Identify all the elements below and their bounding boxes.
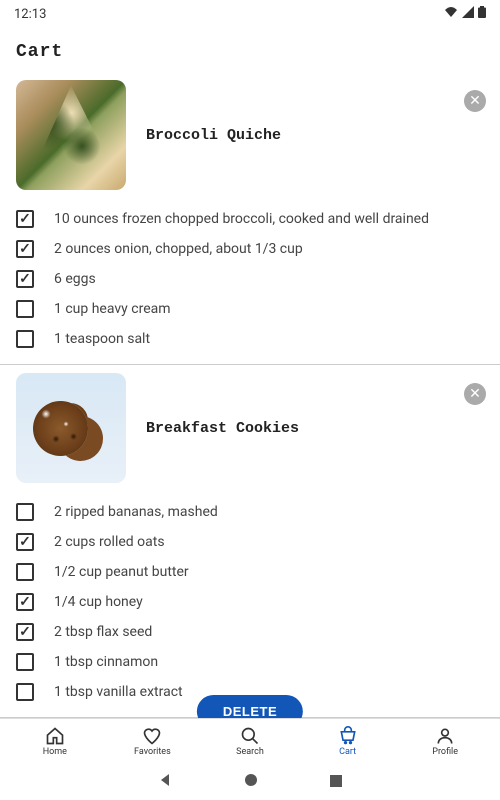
ingredient-row: 1/2 cup peanut butter [16, 557, 500, 587]
ingredient-list: 10 ounces frozen chopped broccoli, cooke… [0, 198, 500, 354]
ingredient-row: 1 tbsp cinnamon [16, 647, 500, 677]
signal-icon [462, 6, 474, 22]
nav-item-cart[interactable]: Cart [299, 726, 397, 757]
nav-label: Search [236, 747, 264, 757]
recipe-block: ✕ Broccoli Quiche 10 ounces frozen chopped… [0, 72, 500, 365]
close-icon[interactable]: ✕ [464, 90, 486, 112]
home-button[interactable] [243, 772, 259, 792]
ingredient-checkbox[interactable] [16, 683, 34, 701]
nav-label: Profile [432, 747, 458, 757]
ingredient-text: 6 eggs [54, 271, 96, 287]
recipe-list[interactable]: ✕ Broccoli Quiche 10 ounces frozen chopped… [0, 72, 500, 748]
ingredient-text: 1 teaspoon salt [54, 331, 150, 347]
ingredient-checkbox[interactable] [16, 593, 34, 611]
ingredient-list: 2 ripped bananas, mashed 2 cups rolled oa… [0, 491, 500, 707]
status-time: 12:13 [14, 7, 46, 22]
status-indicators [444, 6, 486, 22]
ingredient-row: 1/4 cup honey [16, 587, 500, 617]
ingredient-checkbox[interactable] [16, 240, 34, 258]
recipe-title: Broccoli Quiche [146, 127, 281, 144]
ingredient-checkbox[interactable] [16, 330, 34, 348]
ingredient-checkbox[interactable] [16, 653, 34, 671]
wifi-icon [444, 6, 458, 22]
ingredient-checkbox[interactable] [16, 300, 34, 318]
recipe-image [16, 80, 126, 190]
recipe-header: Broccoli Quiche [0, 72, 500, 198]
home-icon [45, 726, 65, 746]
recipe-header: Breakfast Cookies [0, 365, 500, 491]
ingredient-checkbox[interactable] [16, 623, 34, 641]
ingredient-checkbox[interactable] [16, 270, 34, 288]
ingredient-row: 2 ounces onion, chopped, about 1/3 cup [16, 234, 500, 264]
system-nav [0, 764, 500, 800]
recipe-block: ✕ Breakfast Cookies 2 ripped bananas, mash… [0, 365, 500, 718]
ingredient-row: 1 cup heavy cream [16, 294, 500, 324]
nav-label: Home [43, 747, 67, 757]
nav-item-home[interactable]: Home [6, 726, 104, 757]
nav-label: Cart [339, 747, 356, 757]
cart-icon [338, 726, 358, 746]
bottom-nav: Home Favorites Search Cart Profile [0, 718, 500, 764]
recents-button[interactable] [329, 773, 343, 792]
favorites-icon [142, 726, 162, 746]
ingredient-row: 1 teaspoon salt [16, 324, 500, 354]
back-button[interactable] [157, 772, 173, 792]
ingredient-text: 2 cups rolled oats [54, 534, 165, 550]
recipe-image [16, 373, 126, 483]
ingredient-text: 2 tbsp flax seed [54, 624, 152, 640]
ingredient-text: 10 ounces frozen chopped broccoli, cooke… [54, 211, 429, 227]
recipe-title: Breakfast Cookies [146, 420, 299, 437]
status-bar: 12:13 [0, 0, 500, 22]
ingredient-row: 10 ounces frozen chopped broccoli, cooke… [16, 204, 500, 234]
ingredient-row: 2 tbsp flax seed [16, 617, 500, 647]
ingredient-text: 1/2 cup peanut butter [54, 564, 189, 580]
nav-item-favorites[interactable]: Favorites [104, 726, 202, 757]
battery-icon [478, 6, 486, 22]
ingredient-text: 2 ripped bananas, mashed [54, 504, 218, 520]
profile-icon [435, 726, 455, 746]
nav-item-profile[interactable]: Profile [396, 726, 494, 757]
ingredient-text: 1 tbsp vanilla extract [54, 684, 183, 700]
ingredient-checkbox[interactable] [16, 563, 34, 581]
ingredient-text: 1 tbsp cinnamon [54, 654, 158, 670]
ingredient-row: 2 cups rolled oats [16, 527, 500, 557]
search-icon [240, 726, 260, 746]
ingredient-checkbox[interactable] [16, 503, 34, 521]
close-icon[interactable]: ✕ [464, 383, 486, 405]
ingredient-checkbox[interactable] [16, 533, 34, 551]
nav-item-search[interactable]: Search [201, 726, 299, 757]
nav-label: Favorites [134, 747, 171, 757]
ingredient-text: 2 ounces onion, chopped, about 1/3 cup [54, 241, 303, 257]
ingredient-row: 6 eggs [16, 264, 500, 294]
page-title: Cart [0, 22, 500, 72]
ingredient-text: 1/4 cup honey [54, 594, 143, 610]
ingredient-row: 2 ripped bananas, mashed [16, 497, 500, 527]
ingredient-text: 1 cup heavy cream [54, 301, 171, 317]
ingredient-checkbox[interactable] [16, 210, 34, 228]
